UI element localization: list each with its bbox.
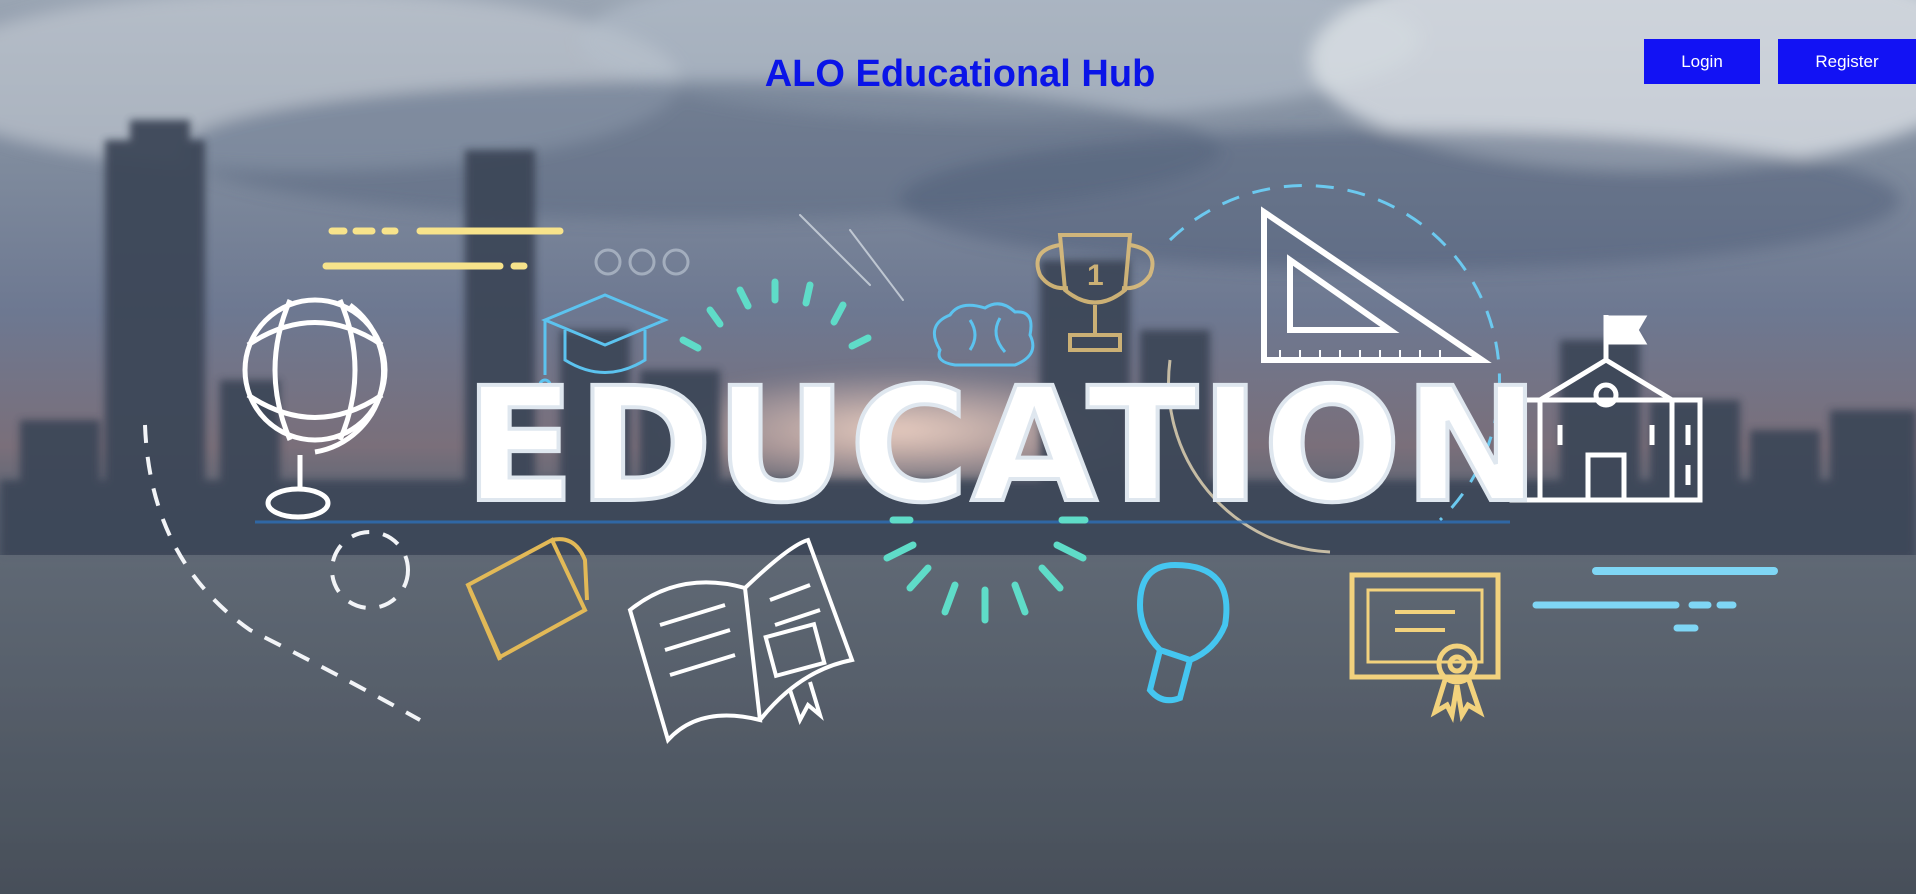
- hero-background: 1 EDUCATION: [0, 0, 1916, 894]
- site-title-text: ALO Educational Hub: [764, 53, 1156, 95]
- svg-text:1: 1: [1087, 259, 1104, 292]
- login-button[interactable]: Login: [1644, 39, 1760, 84]
- site-title: ALO Educational Hub: [0, 50, 1916, 98]
- landing-page: 1 EDUCATION ALO Educational Hub Login Re…: [0, 0, 1916, 894]
- auth-buttons: Login Register: [1644, 39, 1916, 84]
- banner-word: EDUCATION: [464, 354, 1542, 538]
- register-button[interactable]: Register: [1778, 39, 1916, 84]
- education-banner: EDUCATION: [462, 352, 1542, 540]
